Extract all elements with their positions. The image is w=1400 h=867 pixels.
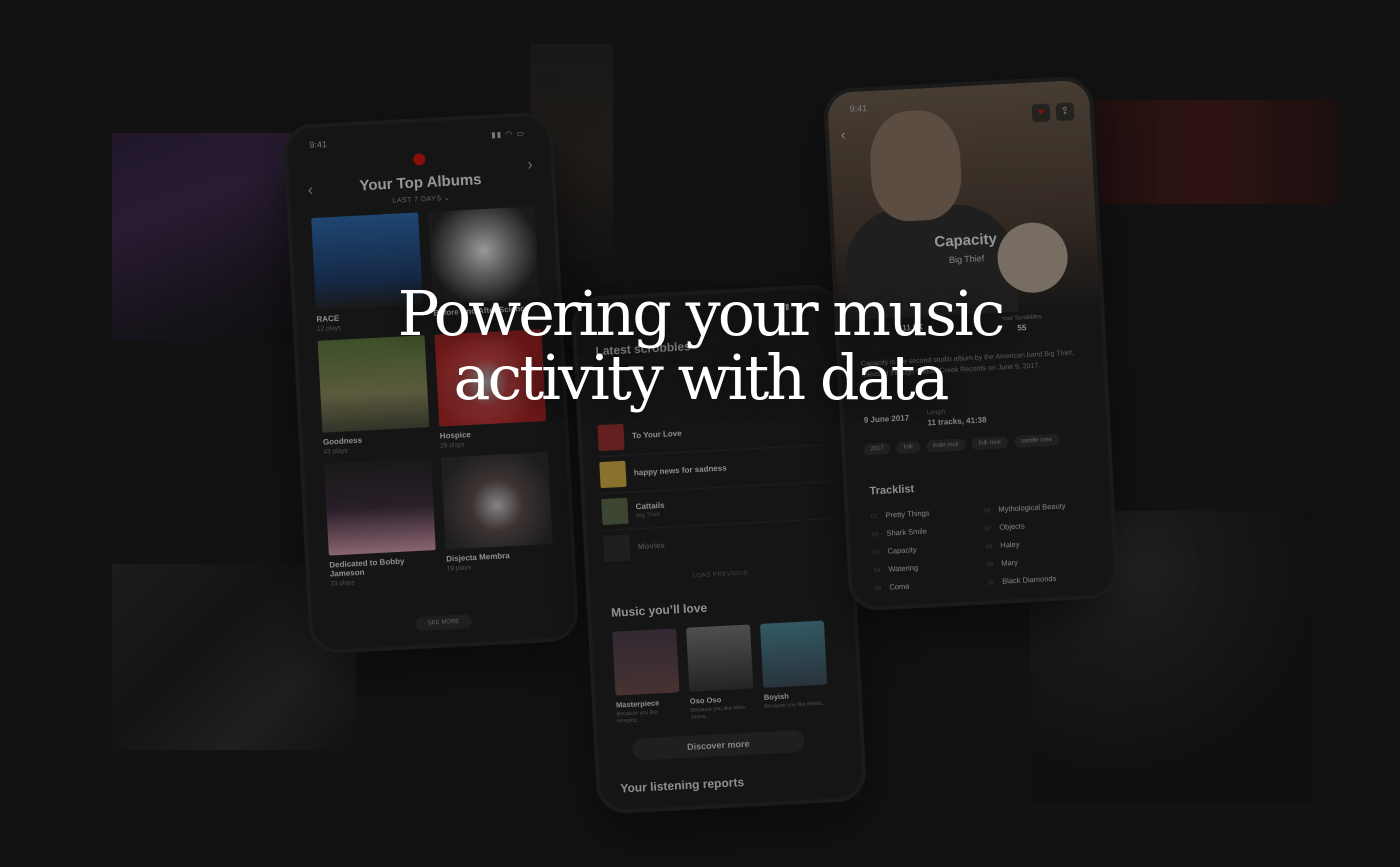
tag-chip[interactable]: folk rock (971, 436, 1009, 451)
music-love-title: Music you’ll love (610, 600, 708, 620)
scrobble-list: To Your Love happy news for sadness Catt… (597, 408, 835, 569)
album-card[interactable]: Disjecta Membra 19 plays (440, 451, 554, 581)
track-title: Objects (999, 521, 1025, 532)
hero-headline: Powering your music activity with data (0, 281, 1400, 415)
track-name: To Your Love (631, 428, 682, 440)
track-artist (632, 439, 682, 442)
length-value: 11 tracks, 41:38 (927, 415, 987, 428)
track-artwork (599, 460, 627, 489)
track-number: 09 (986, 562, 994, 569)
artist-image (686, 624, 754, 692)
track-artist: Big Thief (635, 511, 660, 519)
album-card[interactable]: Dedicated to Bobby Jameson 23 plays (324, 458, 437, 588)
discover-more-button[interactable]: Discover more (631, 729, 805, 761)
album-cover (440, 451, 553, 550)
tag-chip[interactable]: 2017 (863, 442, 892, 456)
album-cover (324, 458, 436, 556)
lastfm-logo-icon (412, 153, 426, 166)
listening-reports-title: Your listening reports (620, 775, 745, 796)
track-number: 05 (874, 586, 882, 593)
headline-line-1: Powering your music (397, 277, 1006, 350)
track-title: Watering (888, 563, 919, 574)
recommendation-list: Masterpiece Because you like Hospice... … (612, 620, 829, 726)
track-number: 08 (985, 544, 993, 551)
track-title: Mythological Beauty (998, 501, 1066, 514)
track-artwork (601, 497, 629, 526)
track-name: happy news for sadness (633, 462, 727, 477)
track-title: Haley (1000, 539, 1020, 550)
heart-icon[interactable]: ♥ (1031, 103, 1051, 123)
recommendation-reason: Because you like Hospice... (616, 709, 659, 725)
track-number: 10 (987, 580, 995, 587)
see-more-button[interactable]: SEE MORE (415, 614, 472, 632)
recommendation-card[interactable]: Oso Oso Because you like Mom Jeans... (686, 624, 755, 722)
headline-line-2: activity with data (453, 341, 950, 415)
track-title: Coma (889, 581, 910, 592)
tracklist: 01 Pretty Things 02 Shark Smile 03 Capacity… (871, 500, 1101, 602)
track-name: Movies (637, 540, 666, 551)
artist-image (612, 628, 680, 696)
concert-photo-red (1078, 100, 1338, 204)
track-title: Mary (1000, 557, 1019, 568)
track-title: Black Diamonds (1001, 573, 1057, 586)
period-label: LAST 7 DAYS (392, 195, 442, 205)
share-icon[interactable]: ⇪ (1055, 102, 1075, 122)
load-previous-button[interactable]: LOAD PREVIOUS (589, 565, 851, 585)
recommendation-reason: Because you like Mitski... (764, 700, 827, 710)
recommendation-reason: Because you like Mom Jeans... (690, 704, 746, 721)
track-title: Shark Smile (886, 526, 928, 538)
track-number: 07 (984, 526, 992, 533)
status-icons: ▮▮ ◠ ▭ (491, 128, 526, 140)
status-time: 9:41 (849, 103, 868, 115)
track-title: Capacity (887, 545, 917, 556)
recommendation-card[interactable]: Masterpiece Because you like Hospice... (612, 628, 681, 726)
release-date: 9 June 2017 (863, 413, 910, 425)
chevron-down-icon: ⌄ (443, 194, 451, 203)
track-number: 01 (870, 514, 878, 521)
tag-chip[interactable]: folk (896, 440, 921, 455)
recommendation-card[interactable]: Boyish Because you like Mitski... (759, 620, 829, 719)
tracklist-title: Tracklist (869, 483, 915, 498)
status-time: 9:41 (309, 139, 328, 151)
track-number: 02 (871, 532, 879, 539)
track-name: Cattails (635, 500, 665, 511)
back-icon[interactable]: ‹ (840, 126, 846, 142)
track-number: 06 (983, 508, 991, 515)
tag-list: 2017 folk indie rock folk rock saddle cr… (863, 433, 1060, 456)
tag-chip[interactable]: indie rock (925, 438, 966, 453)
track-artwork (603, 534, 631, 563)
tag-chip[interactable]: saddle cree (1013, 433, 1060, 448)
track-title: Pretty Things (885, 508, 930, 520)
artist-image (759, 620, 828, 688)
track-number: 03 (872, 550, 880, 557)
track-artist (638, 551, 665, 552)
track-number: 04 (873, 568, 881, 575)
track-artwork (597, 423, 625, 452)
